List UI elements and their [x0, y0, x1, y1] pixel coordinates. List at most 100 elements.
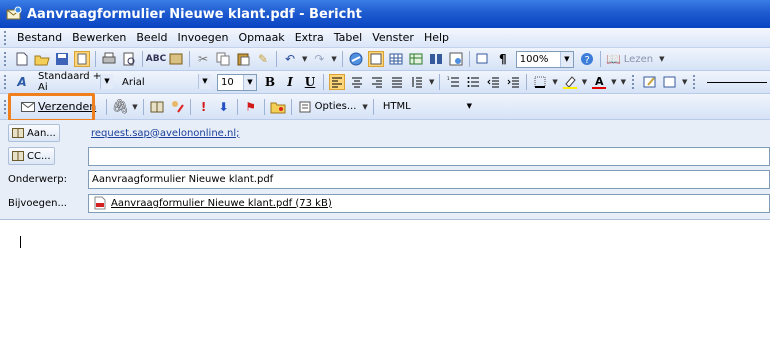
toolbar-grip[interactable] [4, 75, 7, 89]
to-recipient[interactable]: request.sap@avelononline.nl; [91, 128, 239, 139]
increase-indent-icon[interactable] [505, 74, 521, 90]
font-color-icon[interactable]: A [591, 74, 607, 90]
save-icon[interactable] [54, 51, 70, 67]
menu-help[interactable]: Help [419, 31, 454, 44]
borders-dropdown-icon[interactable]: ▼ [552, 78, 557, 86]
toolbar-grip[interactable] [693, 75, 696, 89]
chevron-down-icon[interactable]: ▼ [463, 98, 476, 113]
print-icon[interactable] [101, 51, 117, 67]
message-format-select[interactable]: HTML ▼ [380, 98, 476, 115]
insert-table-icon[interactable] [388, 51, 404, 67]
toolbar-options-icon[interactable]: ▼ [659, 55, 664, 63]
menu-venster[interactable]: Venster [367, 31, 419, 44]
align-left-icon[interactable] [329, 74, 345, 90]
toolbar-grip[interactable] [4, 52, 7, 66]
subject-row: Onderwerp: Aanvraagformulier Nieuwe klan… [0, 168, 770, 190]
borders-icon[interactable] [532, 74, 548, 90]
print-preview-icon[interactable] [121, 51, 137, 67]
cc-field[interactable] [88, 146, 770, 166]
attach-dropdown-icon[interactable]: ▼ [132, 103, 137, 111]
subject-field[interactable]: Aanvraagformulier Nieuwe klant.pdf [88, 169, 770, 189]
chevron-down-icon[interactable]: ▼ [243, 74, 256, 90]
follow-up-flag-icon[interactable]: ⚑ [243, 99, 259, 115]
decrease-indent-icon[interactable] [485, 74, 501, 90]
redo-icon[interactable]: ↷ [311, 51, 327, 67]
open-folder-icon[interactable] [34, 51, 50, 67]
align-center-icon[interactable] [349, 74, 365, 90]
align-right-icon[interactable] [369, 74, 385, 90]
excel-table-icon[interactable] [408, 51, 424, 67]
menu-beeld[interactable]: Beeld [131, 31, 172, 44]
toolbar-grip[interactable] [4, 99, 7, 114]
attach-file-icon[interactable]: 🖇 [111, 99, 129, 115]
zoom-select[interactable]: 100% ▼ [515, 50, 574, 68]
toolbar-grip[interactable] [4, 30, 7, 45]
chevron-down-icon[interactable]: ▼ [559, 51, 573, 67]
menu-bewerken[interactable]: Bewerken [67, 31, 131, 44]
undo-dropdown-icon[interactable]: ▼ [302, 55, 307, 63]
font-size-select[interactable]: 10 ▼ [217, 73, 257, 91]
highlight-icon[interactable] [562, 74, 578, 90]
address-book-icon[interactable] [149, 99, 165, 115]
chevron-down-icon[interactable]: ▼ [198, 73, 211, 89]
menu-invoegen[interactable]: Invoegen [173, 31, 234, 44]
toolbar-grip[interactable] [631, 75, 635, 89]
italic-button[interactable]: I [281, 73, 299, 91]
styles-icon[interactable]: A [14, 74, 30, 90]
justify-icon[interactable] [389, 74, 405, 90]
importance-high-icon[interactable]: ! [196, 99, 212, 115]
bullets-icon[interactable] [465, 74, 481, 90]
drawing-icon[interactable] [367, 51, 384, 67]
importance-low-icon[interactable]: ⬇ [216, 99, 232, 115]
read-mode-icon[interactable]: 📖 [606, 51, 622, 67]
numbering-icon[interactable]: 1 [445, 74, 461, 90]
style-select[interactable]: Standaard + Ai ▼ [35, 71, 113, 93]
bold-button[interactable]: B [261, 73, 279, 91]
edit-frame-icon[interactable] [662, 74, 678, 90]
options-dropdown-icon[interactable]: ▼ [362, 103, 367, 111]
font-select[interactable]: Arial ▼ [119, 73, 211, 91]
thumbnails-icon[interactable] [475, 51, 491, 67]
chevron-down-icon[interactable]: ▼ [100, 73, 113, 89]
read-mode-label[interactable]: Lezen [624, 54, 653, 65]
permissions-icon[interactable] [74, 51, 90, 67]
check-names-icon[interactable] [169, 99, 185, 115]
edit-icon[interactable] [642, 74, 658, 90]
menu-extra[interactable]: Extra [290, 31, 329, 44]
attach-label[interactable]: Bijvoegen... [0, 198, 80, 209]
underline-button[interactable]: U [301, 73, 319, 91]
copy-icon[interactable] [215, 51, 231, 67]
toolbar-options-icon[interactable]: ▼ [682, 78, 687, 86]
spelling-icon[interactable]: ABC [146, 51, 166, 67]
undo-icon[interactable]: ↶ [282, 51, 298, 67]
cut-icon[interactable]: ✂ [195, 51, 211, 67]
options-icon[interactable] [297, 99, 313, 115]
help-icon[interactable]: ? [579, 51, 595, 67]
attachment-link[interactable]: Aanvraagformulier Nieuwe klant.pdf (73 k… [111, 198, 332, 209]
highlight-dropdown-icon[interactable]: ▼ [582, 78, 587, 86]
permission-folder-icon[interactable] [270, 99, 286, 115]
to-button[interactable]: Aan... [8, 124, 60, 142]
paste-icon[interactable] [235, 51, 251, 67]
menu-opmaak[interactable]: Opmaak [233, 31, 289, 44]
redo-dropdown-icon[interactable]: ▼ [331, 55, 336, 63]
document-map-icon[interactable] [448, 51, 464, 67]
columns-icon[interactable] [428, 51, 444, 67]
hyperlink-icon[interactable] [348, 51, 364, 67]
menu-tabel[interactable]: Tabel [329, 31, 367, 44]
new-document-icon[interactable] [14, 51, 30, 67]
format-painter-icon[interactable]: ✎ [255, 51, 271, 67]
line-spacing-dropdown-icon[interactable]: ▼ [429, 78, 434, 86]
menu-bestand[interactable]: Bestand [12, 31, 67, 44]
horizontal-line-icon[interactable] [707, 81, 768, 83]
message-body[interactable] [0, 221, 770, 342]
line-spacing-icon[interactable] [409, 74, 425, 90]
show-formatting-icon[interactable]: ¶ [495, 51, 511, 67]
research-icon[interactable] [168, 51, 184, 67]
toolbar-options-icon[interactable]: ▼ [621, 78, 626, 86]
options-label[interactable]: Opties... [315, 101, 357, 112]
cc-button[interactable]: CC... [8, 147, 55, 165]
font-color-dropdown-icon[interactable]: ▼ [611, 78, 616, 86]
to-field[interactable]: request.sap@avelononline.nl; [88, 124, 770, 143]
attachment-field[interactable]: Aanvraagformulier Nieuwe klant.pdf (73 k… [88, 193, 770, 213]
